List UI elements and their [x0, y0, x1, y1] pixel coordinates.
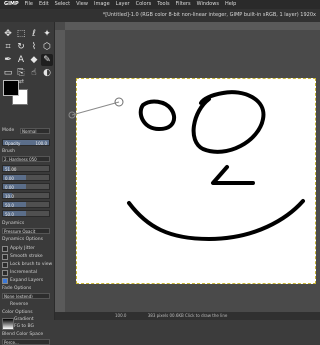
fuzzy-select-tool-icon[interactable]: ✦ — [41, 28, 53, 40]
brush-select[interactable]: 2. Hardness 050 — [2, 156, 50, 162]
fade-select[interactable]: None (extend) — [2, 293, 50, 299]
blend-color-space-select[interactable]: Perce... — [2, 339, 50, 345]
incremental-label: Incremental — [10, 270, 37, 275]
rotate-tool-icon[interactable]: ↻ — [15, 41, 27, 53]
foreground-color-swatch[interactable] — [3, 80, 19, 96]
cage-tool-icon[interactable]: ⬡ — [41, 41, 53, 53]
opacity-label: Opacity — [5, 141, 21, 146]
dodge-tool-icon[interactable]: ◐ — [41, 67, 53, 79]
force-slider[interactable]: 50.0 — [2, 210, 50, 217]
angle-value: 0.00 — [5, 185, 14, 190]
rect-select-tool-icon[interactable]: ⬚ — [15, 28, 27, 40]
incremental-checkbox[interactable] — [2, 270, 8, 276]
dynamics-select[interactable]: Pressure Opacit — [2, 228, 50, 234]
dynamics-label: Dynamics — [2, 221, 25, 226]
color-swatches: ⇄ — [3, 78, 29, 106]
menu-filters[interactable]: Filters — [176, 0, 191, 9]
smooth-stroke-checkbox[interactable] — [2, 254, 8, 260]
opacity-slider[interactable]: Opacity 100.0 — [2, 139, 50, 146]
menu-colors[interactable]: Colors — [136, 0, 152, 9]
force-value: 50.0 — [5, 212, 14, 217]
apply-jitter-checkbox[interactable] — [2, 246, 8, 252]
mode-label: Mode — [2, 128, 15, 133]
status-bar: 100.0 383 pixels 00.6KB Click to draw th… — [55, 312, 320, 320]
reverse-label[interactable]: Reverse — [10, 301, 28, 309]
size-slider[interactable]: 51.00 — [2, 165, 50, 172]
warp-tool-icon[interactable]: ⌇ — [28, 41, 40, 53]
move-tool-icon[interactable]: ✥ — [2, 28, 14, 40]
gradient-value: FG to BG — [14, 324, 34, 329]
paintbrush-tool-icon[interactable]: ✎ — [41, 54, 53, 66]
crop-tool-icon[interactable]: ⌗ — [2, 41, 14, 53]
menu-tools[interactable]: Tools — [157, 0, 169, 9]
menu-view[interactable]: View — [76, 0, 88, 9]
menu-windows[interactable]: Windows — [197, 0, 219, 9]
spacing-value: 10.0 — [5, 194, 14, 199]
expand-layers-checkbox[interactable] — [2, 278, 8, 284]
spacing-slider[interactable]: 10.0 — [2, 192, 50, 199]
menu-bar: GIMP File Edit Select View Image Layer C… — [0, 0, 320, 9]
menu-help[interactable]: Help — [225, 0, 236, 9]
menu-image[interactable]: Image — [94, 0, 110, 9]
lasso-tool-icon[interactable]: ℓ — [28, 28, 40, 40]
eraser-tool-icon[interactable]: ▭ — [2, 67, 14, 79]
menu-select[interactable]: Select — [55, 0, 70, 9]
expand-layers-label: Expand Layers — [10, 278, 44, 283]
zoom-level[interactable]: 100.0 — [115, 313, 126, 318]
app-menu[interactable]: GIMP — [4, 0, 19, 9]
window-title: *[Untitled]-1.0 (RGB color 8-bit non-lin… — [0, 9, 320, 22]
lock-brush-checkbox[interactable] — [2, 262, 8, 268]
fade-options-label: Fade Options — [2, 286, 32, 291]
straight-line-preview — [71, 101, 120, 116]
dynamics-options-expander[interactable]: Dynamics Options — [2, 236, 43, 244]
menu-edit[interactable]: Edit — [39, 0, 49, 9]
smooth-stroke-label: Smooth stroke — [10, 254, 43, 259]
lock-brush-label: Lock brush to view — [10, 262, 53, 267]
blend-color-space-label: Blend Color Space — [2, 332, 44, 337]
swap-colors-icon[interactable]: ⇄ — [19, 78, 24, 85]
hardness-value: 50.0 — [5, 203, 14, 208]
aspect-value: 0.00 — [5, 176, 14, 181]
menu-layer[interactable]: Layer — [116, 0, 130, 9]
hardness-slider[interactable]: 50.0 — [2, 201, 50, 208]
brush-guide-overlay — [68, 97, 124, 119]
tool-grid: ✥ ⬚ ℓ ✦ ⌗ ↻ ⌇ ⬡ ✒ A ◆ ✎ ▭ ⎘ ☝ ◐ — [2, 28, 53, 79]
angle-slider[interactable]: 0.00 — [2, 183, 50, 190]
size-value: 51.00 — [5, 167, 17, 172]
mode-select[interactable]: Normal — [20, 128, 50, 134]
paths-tool-icon[interactable]: ✒ — [2, 54, 14, 66]
smudge-tool-icon[interactable]: ☝ — [28, 67, 40, 79]
toolbox-panel: ✥ ⬚ ℓ ✦ ⌗ ↻ ⌇ ⬡ ✒ A ◆ ✎ ▭ ⎘ ☝ ◐ ⇄ Mode N… — [0, 22, 55, 345]
text-tool-icon[interactable]: A — [15, 54, 27, 66]
status-message: 383 pixels 00.6KB Click to draw the line — [147, 313, 228, 318]
opacity-value: 100.0 — [35, 141, 47, 146]
aspect-slider[interactable]: 0.00 — [2, 174, 50, 181]
canvas-area[interactable] — [55, 22, 320, 320]
brush-label: Brush — [2, 149, 15, 154]
menu-file[interactable]: File — [25, 0, 33, 9]
apply-jitter-label: Apply Jitter — [10, 246, 35, 251]
bucket-fill-tool-icon[interactable]: ◆ — [28, 54, 40, 66]
